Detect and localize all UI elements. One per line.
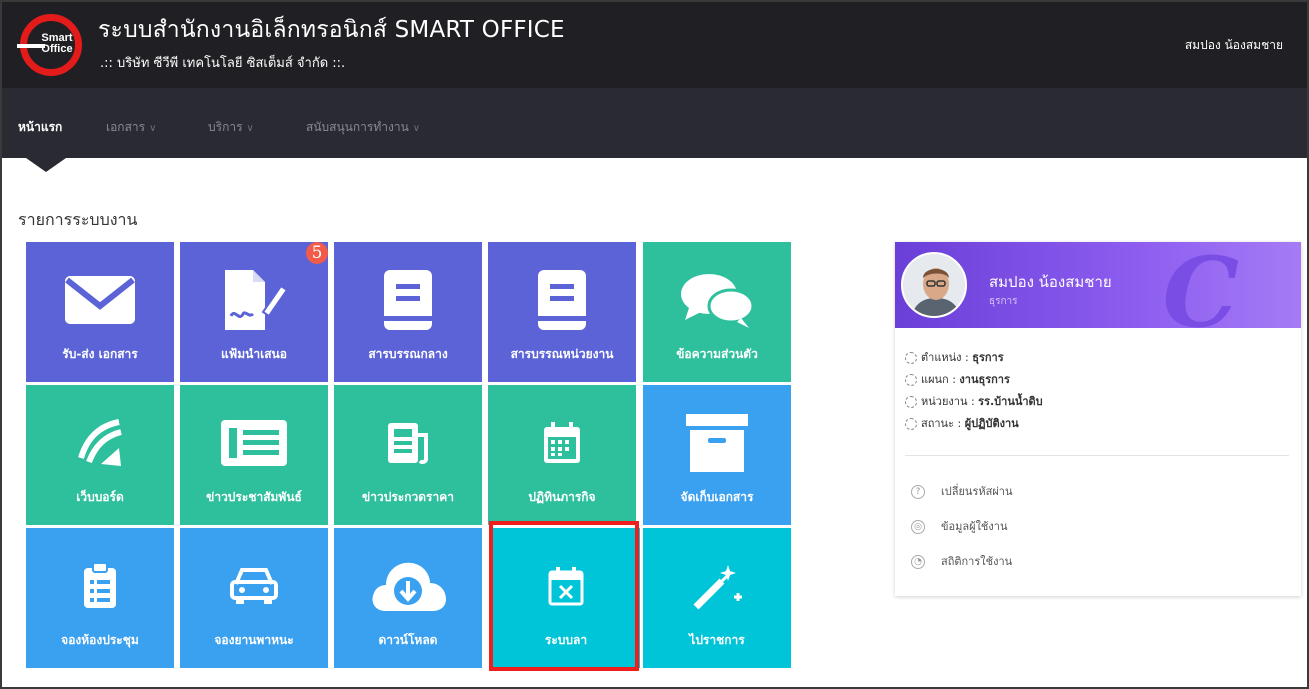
news-list-icon [180, 409, 328, 477]
clipboard-list-icon [26, 552, 174, 620]
newspaper-icon [334, 409, 482, 477]
app-frame: Smart Office ระบบสำนักงานอิเล็กทรอนิกส์ … [0, 0, 1309, 689]
question-circle-icon: ? [911, 485, 925, 499]
header-user-name[interactable]: สมปอง น้องสมชาย [1185, 36, 1283, 55]
highlight-box [489, 521, 639, 671]
status-value: ผู้ปฏิบัติงาน [964, 417, 1019, 430]
tile-document-archive[interactable]: จัดเก็บเอกสาร [643, 385, 791, 525]
profile-name: สมปอง น้องสมชาย [989, 273, 1112, 291]
profile-card-header: C สมปอง น้องสมชาย ธุรการ [895, 242, 1301, 328]
info-position: ตำแหน่ง : ธุรการ [905, 348, 1004, 366]
info-department: แผนก : งานธุรการ [905, 370, 1010, 388]
info-icon [905, 418, 917, 430]
tile-download[interactable]: ดาวน์โหลด [334, 528, 482, 668]
info-status: สถานะ : ผู้ปฏิบัติงาน [905, 414, 1019, 432]
tile-label: ไปราชการ [689, 633, 745, 647]
tile-proposal-folder[interactable]: แฟ้มนำเสนอ [180, 242, 328, 382]
dept-label: แผนก : [921, 373, 960, 386]
avatar [901, 252, 967, 318]
webboard-icon [26, 409, 174, 477]
life-ring-icon: ◎ [911, 520, 925, 534]
section-title: รายการระบบงาน [18, 210, 138, 229]
logo-line2: Office [41, 43, 73, 55]
signature-icon [180, 266, 328, 334]
status-label: สถานะ : [921, 417, 965, 430]
info-unit: หน่วยงาน : รร.บ้านน้ำดิบ [905, 392, 1043, 410]
nav-services-label: บริการ [208, 120, 243, 134]
tile-label: ปฏิทินภารกิจ [528, 490, 596, 504]
usage-stats-link[interactable]: ◔ สถิติการใช้งาน [911, 552, 1012, 570]
tile-label: เว็บบอร์ด [76, 490, 124, 504]
tile-label: ข่าวประชาสัมพันธ์ [206, 490, 302, 504]
tile-label: ดาวน์โหลด [378, 633, 438, 647]
divider [905, 455, 1289, 456]
nav-work-support-label: สนับสนุนการทำงาน [306, 120, 409, 134]
top-header: Smart Office ระบบสำนักงานอิเล็กทรอนิกส์ … [2, 2, 1307, 88]
tile-webboard[interactable]: เว็บบอร์ด [26, 385, 174, 525]
chat-bubbles-icon [643, 266, 791, 334]
tile-central-records[interactable]: สารบรรณกลาง [334, 242, 482, 382]
tile-label: จองยานพาหนะ [214, 633, 294, 647]
position-label: ตำแหน่ง : [921, 351, 973, 364]
user-info-label: ข้อมูลผู้ใช้งาน [941, 520, 1008, 533]
info-icon [905, 374, 917, 386]
car-icon [180, 552, 328, 620]
tile-official-trip[interactable]: ไปราชการ [643, 528, 791, 668]
tile-label: จัดเก็บเอกสาร [680, 490, 754, 504]
user-info-link[interactable]: ◎ ข้อมูลผู้ใช้งาน [911, 517, 1007, 535]
book-icon [334, 266, 482, 334]
tile-label: จองห้องประชุม [61, 633, 139, 647]
position-value: ธุรการ [972, 351, 1004, 364]
tile-unit-records[interactable]: สารบรรณหน่วยงาน [488, 242, 636, 382]
tile-bidding-news[interactable]: ข่าวประกวดราคา [334, 385, 482, 525]
unit-value: รร.บ้านน้ำดิบ [978, 395, 1043, 408]
chevron-down-icon: ∨ [149, 123, 157, 134]
info-icon [905, 396, 917, 408]
change-password-label: เปลี่ยนรหัสผ่าน [941, 485, 1013, 498]
tile-label: รับ-ส่ง เอกสาร [62, 347, 138, 361]
tile-private-messages[interactable]: ข้อความส่วนตัว [643, 242, 791, 382]
calendar-icon [488, 409, 636, 477]
main-nav: หน้าแรก เอกสาร ∨ บริการ ∨ สนับสนุนการทำงาน… [2, 88, 1307, 158]
tile-pr-news[interactable]: ข่าวประชาสัมพันธ์ [180, 385, 328, 525]
nav-services[interactable]: บริการ ∨ [208, 118, 254, 137]
nav-documents-label: เอกสาร [106, 120, 146, 134]
info-icon [905, 352, 917, 364]
tile-label: สารบรรณกลาง [368, 347, 448, 361]
profile-card: C สมปอง น้องสมชาย ธุรการ ตำแหน่ง : ธุรกา… [895, 242, 1301, 596]
usage-stats-label: สถิติการใช้งาน [941, 555, 1013, 568]
tile-meeting-room-booking[interactable]: จองห้องประชุม [26, 528, 174, 668]
smart-office-logo[interactable]: Smart Office [17, 14, 82, 76]
tile-label: ข้อความส่วนตัว [676, 347, 758, 361]
gauge-icon: ◔ [911, 555, 925, 569]
profile-role: ธุรการ [989, 296, 1018, 307]
dept-value: งานธุรการ [959, 373, 1010, 386]
tile-label: แฟ้มนำเสนอ [221, 347, 287, 361]
chevron-down-icon: ∨ [246, 123, 254, 134]
cloud-download-icon [334, 552, 482, 620]
book-icon [488, 266, 636, 334]
magic-wand-icon [643, 552, 791, 620]
tile-label: สารบรรณหน่วยงาน [510, 347, 614, 361]
unit-label: หน่วยงาน : [921, 395, 979, 408]
nav-documents[interactable]: เอกสาร ∨ [106, 118, 156, 137]
archive-box-icon [643, 409, 791, 477]
chevron-down-icon: ∨ [412, 123, 421, 134]
company-name: .:: บริษัท ซีวีพี เทคโนโลยี ซิสเต็มส์ จำ… [100, 56, 346, 71]
tile-mission-calendar[interactable]: ปฏิทินภารกิจ [488, 385, 636, 525]
tile-label: ข่าวประกวดราคา [362, 490, 454, 504]
active-nav-caret [26, 158, 66, 172]
header-decoration: C [1162, 242, 1239, 328]
app-title: ระบบสำนักงานอิเล็กทรอนิกส์ SMART OFFICE [98, 17, 565, 43]
nav-home-label: หน้าแรก [18, 120, 63, 134]
tile-vehicle-booking[interactable]: จองยานพาหนะ [180, 528, 328, 668]
nav-work-support[interactable]: สนับสนุนการทำงาน ∨ [306, 118, 420, 137]
nav-home[interactable]: หน้าแรก [18, 118, 62, 137]
logo-text: Smart Office [33, 33, 81, 55]
notification-badge: 5 [306, 242, 328, 264]
change-password-link[interactable]: ? เปลี่ยนรหัสผ่าน [911, 482, 1012, 500]
envelope-icon [26, 266, 174, 334]
tile-send-receive[interactable]: รับ-ส่ง เอกสาร [26, 242, 174, 382]
